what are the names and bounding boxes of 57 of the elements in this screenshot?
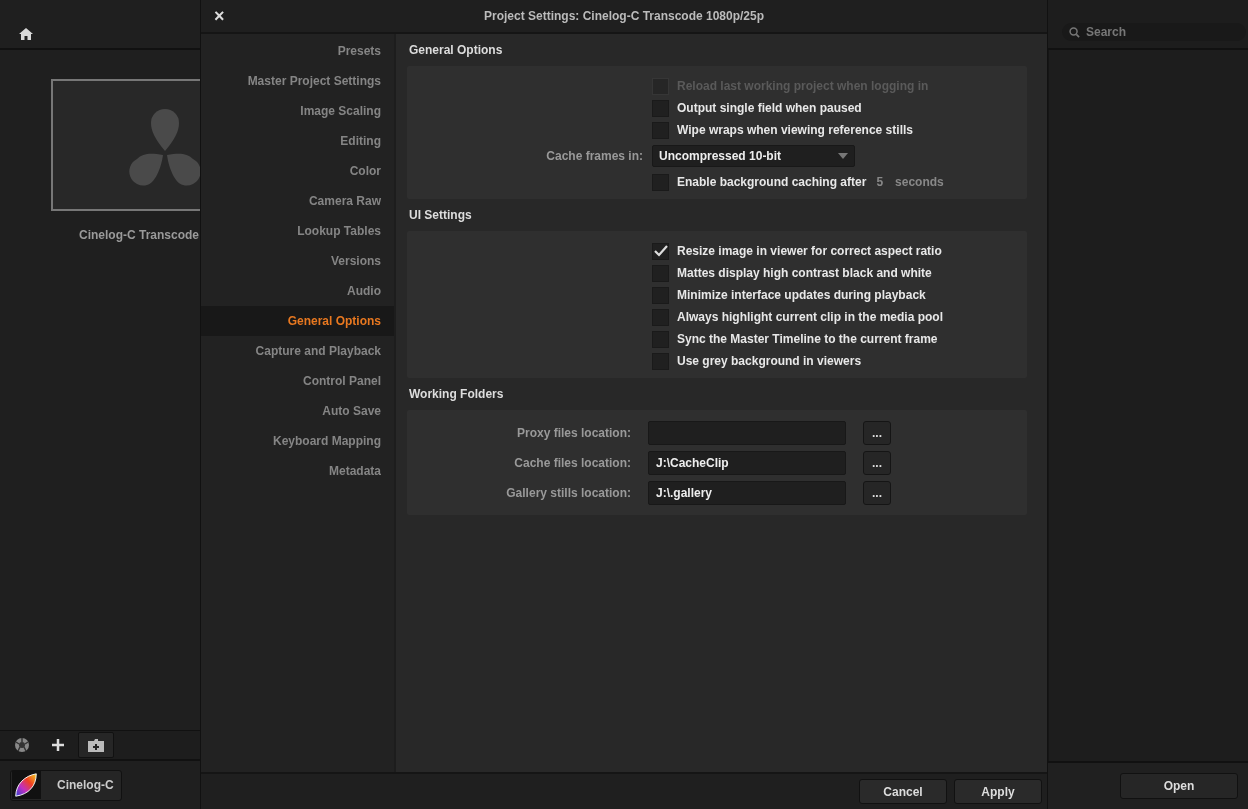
checkbox-label: Output single field when paused bbox=[677, 101, 862, 115]
sidebar-item[interactable]: Editing bbox=[201, 126, 394, 156]
sidebar-item[interactable]: Camera Raw bbox=[201, 186, 394, 216]
path-field[interactable]: J:\CacheClip bbox=[648, 451, 846, 475]
browse-button[interactable]: ... bbox=[863, 451, 891, 475]
project-button[interactable]: Cinelog-C bbox=[10, 769, 122, 801]
field-label: Cache files location: bbox=[513, 456, 631, 470]
sidebar-item[interactable]: Control Panel bbox=[201, 366, 394, 396]
section-title: General Options bbox=[408, 42, 504, 59]
field-label: Cache frames in: bbox=[545, 149, 643, 163]
checkbox-label: Wipe wraps when viewing reference stills bbox=[677, 123, 913, 137]
sidebar-item[interactable]: Keyboard Mapping bbox=[201, 426, 394, 456]
browse-button[interactable]: ... bbox=[863, 481, 891, 505]
new-folder-button[interactable] bbox=[78, 732, 114, 758]
project-name: Cinelog-C Transcode bbox=[78, 228, 200, 242]
leaf-icon bbox=[12, 771, 41, 799]
home-icon[interactable] bbox=[19, 28, 33, 40]
checkmark-icon bbox=[653, 245, 668, 257]
cache-format-dropdown[interactable]: Uncompressed 10-bit bbox=[652, 145, 855, 167]
open-button[interactable]: Open bbox=[1120, 773, 1238, 799]
sidebar-item[interactable]: Color bbox=[201, 156, 394, 186]
field-label: Gallery stills location: bbox=[505, 486, 631, 500]
checkbox-label: Use grey background in viewers bbox=[677, 354, 862, 368]
checkbox-label: Sync the Master Timeline to the current frame bbox=[677, 332, 938, 346]
dropdown-arrow-icon bbox=[838, 153, 848, 159]
sidebar-item[interactable]: Lookup Tables bbox=[201, 216, 394, 246]
field-label: Proxy files location: bbox=[515, 426, 631, 440]
project-thumbnail[interactable] bbox=[51, 79, 200, 211]
seconds-value: 5 bbox=[876, 175, 884, 189]
unit-label: seconds bbox=[895, 175, 944, 189]
browse-button[interactable]: ... bbox=[863, 421, 891, 445]
checkbox-label: Minimize interface updates during playback bbox=[677, 288, 926, 302]
dialog-button[interactable]: Apply bbox=[954, 779, 1042, 804]
sidebar-item[interactable]: Image Scaling bbox=[201, 96, 394, 126]
close-button[interactable]: × bbox=[201, 5, 241, 27]
checkbox-label: Enable background caching after bbox=[677, 175, 867, 189]
globe-icon[interactable] bbox=[14, 737, 30, 753]
sidebar-item[interactable]: General Options bbox=[201, 306, 394, 336]
section-title: Working Folders bbox=[408, 386, 505, 403]
sidebar-item[interactable]: Versions bbox=[201, 246, 394, 276]
sidebar-item[interactable]: Audio bbox=[201, 276, 394, 306]
checkbox-label: Resize image in viewer for correct aspect ratio bbox=[677, 244, 942, 258]
search-field[interactable]: Search bbox=[1062, 23, 1246, 41]
sidebar-item[interactable]: Capture and Playback bbox=[201, 336, 394, 366]
checkbox-label: Always highlight current clip in the media pool bbox=[677, 310, 944, 324]
plus-icon[interactable] bbox=[52, 739, 64, 751]
dialog-button[interactable]: Cancel bbox=[859, 779, 947, 804]
path-field[interactable]: J:\.gallery bbox=[648, 481, 846, 505]
section-title: UI Settings bbox=[408, 207, 473, 224]
sidebar-item[interactable]: Auto Save bbox=[201, 396, 394, 426]
checkbox[interactable] bbox=[652, 242, 669, 260]
checkbox-label: Mattes display high contrast black and white bbox=[677, 266, 932, 280]
sidebar-item[interactable]: Presets bbox=[201, 36, 394, 66]
folder-plus-icon bbox=[88, 738, 104, 752]
sidebar-item[interactable]: Master Project Settings bbox=[201, 66, 394, 96]
sidebar-item[interactable]: Metadata bbox=[201, 456, 394, 486]
dialog-title: Project Settings: Cinelog-C Transcode 1080p/25p bbox=[482, 9, 766, 23]
